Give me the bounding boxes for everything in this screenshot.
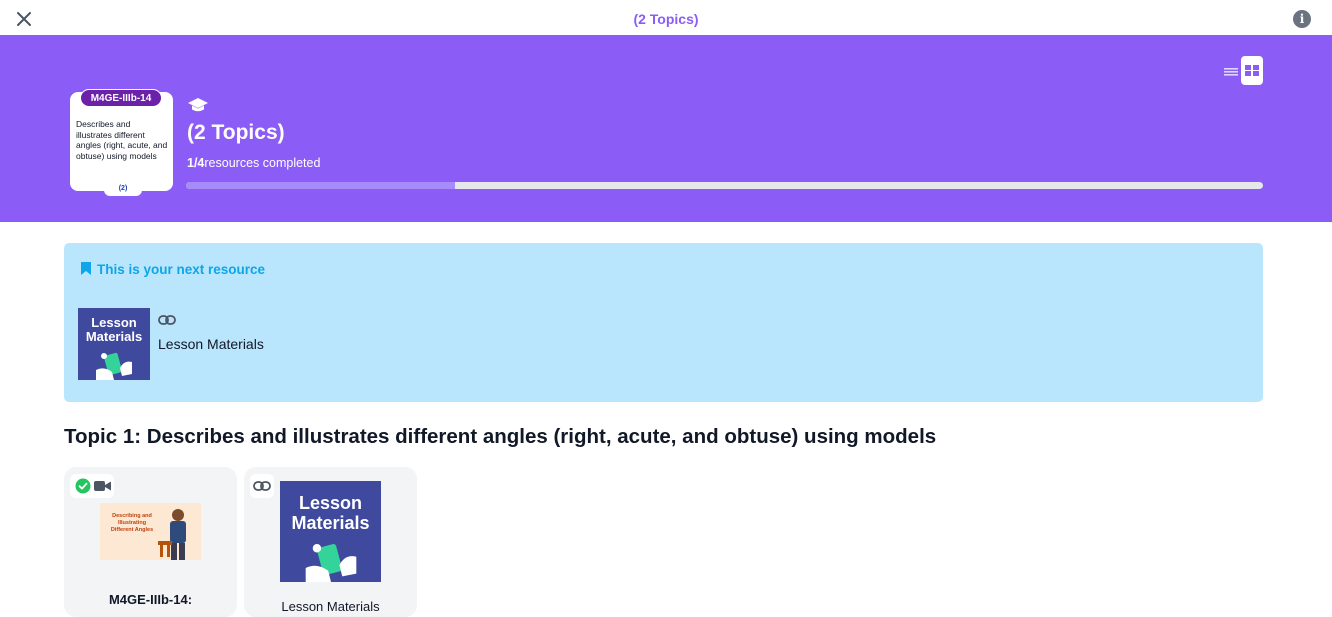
- video-thumbnail-title: Describing and Illustrating Different An…: [110, 513, 154, 533]
- standard-code-badge: M4GE-IIIb-14: [80, 89, 162, 107]
- standard-count: (2): [104, 182, 142, 196]
- next-resource-thumbnail[interactable]: Lesson Materials: [78, 308, 150, 380]
- progress-suffix: resources completed: [204, 156, 321, 170]
- topic-heading: Topic 1: Describes and illustrates diffe…: [64, 425, 937, 448]
- video-thumbnail[interactable]: Describing and Illustrating Different An…: [100, 503, 201, 560]
- hands-phone-illustration: [305, 544, 357, 582]
- bookmark-icon: [81, 262, 91, 275]
- grid-view-icon[interactable]: [1241, 56, 1263, 85]
- graduation-cap-icon: [188, 98, 208, 112]
- link-icon: [158, 315, 176, 325]
- thumbnail-title-line1: Lesson: [91, 315, 137, 330]
- standard-description: Describes and illustrates different angl…: [76, 119, 168, 161]
- next-resource-label: This is your next resource: [97, 262, 266, 277]
- next-resource-title[interactable]: Lesson Materials: [158, 336, 264, 352]
- card-badge: [70, 474, 114, 498]
- thumbnail-title-line2: Materials: [291, 513, 370, 533]
- list-view-icon[interactable]: [1222, 62, 1240, 80]
- standard-card[interactable]: M4GE-IIIb-14 Describes and illustrates d…: [70, 89, 173, 196]
- next-resource-panel[interactable]: This is your next resource Lesson Materi…: [64, 243, 1263, 402]
- thumbnail-title-line1: Lesson: [298, 493, 363, 513]
- resource-thumbnail[interactable]: Lesson Materials: [280, 481, 381, 582]
- progress-bar-fill: [186, 182, 456, 189]
- carpenter-illustration: [158, 509, 186, 560]
- check-circle-icon: [75, 478, 91, 494]
- hands-phone-illustration: [96, 352, 132, 380]
- resource-card-link[interactable]: Lesson Materials Lesson Materials: [244, 467, 417, 617]
- thumbnail-title-line2: Materials: [85, 329, 143, 344]
- course-header: M4GE-IIIb-14 Describes and illustrates d…: [0, 35, 1332, 222]
- progress-count: 1/4: [187, 156, 205, 170]
- top-bar: (2 Topics) i: [0, 0, 1332, 35]
- resource-card-title: M4GE-IIIb-14:: [108, 592, 193, 607]
- progress-text: 1/4resources completed: [187, 156, 320, 170]
- link-icon: [253, 481, 271, 491]
- page-title: (2 Topics): [187, 121, 285, 144]
- resource-card-video[interactable]: Describing and Illustrating Different An…: [64, 467, 237, 617]
- info-icon[interactable]: i: [1293, 10, 1311, 28]
- progress-bar: [186, 182, 1263, 189]
- video-icon: [94, 481, 111, 491]
- card-badge: [250, 474, 274, 498]
- window-title: (2 Topics): [633, 11, 699, 27]
